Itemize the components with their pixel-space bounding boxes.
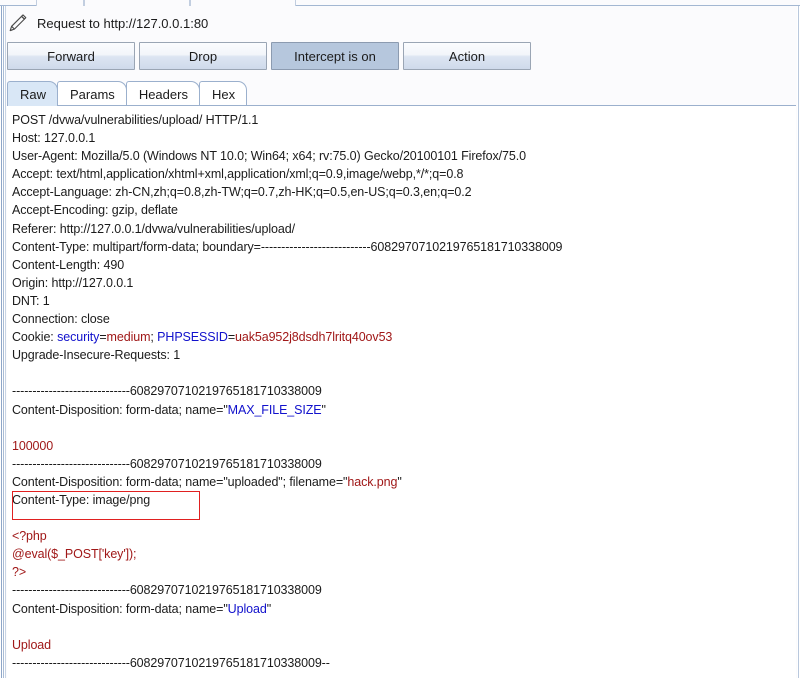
page-title: Request to http://127.0.0.1:80: [37, 15, 209, 31]
tab-stub-1: [36, 0, 84, 6]
tab-stub-2: [84, 0, 190, 6]
drop-button[interactable]: Drop: [139, 42, 267, 70]
intercept-toggle-button[interactable]: Intercept is on: [271, 42, 399, 70]
tab-headers[interactable]: Headers: [125, 81, 200, 106]
pencil-icon: [9, 14, 27, 32]
left-border-rail: [0, 6, 6, 678]
tab-stub-3: [190, 0, 296, 6]
tab-raw[interactable]: Raw: [7, 81, 59, 106]
tab-params[interactable]: Params: [57, 81, 127, 106]
raw-message-editor[interactable]: POST /dvwa/vulnerabilities/upload/ HTTP/…: [7, 105, 796, 678]
action-button[interactable]: Action: [403, 42, 531, 70]
burp-intercept-window: Request to http://127.0.0.1:80 Forward D…: [0, 0, 800, 678]
intercept-toolbar: Forward Drop Intercept is on Action: [7, 42, 531, 70]
raw-request-text[interactable]: POST /dvwa/vulnerabilities/upload/ HTTP/…: [12, 111, 792, 672]
tab-hex[interactable]: Hex: [198, 81, 248, 106]
message-view-tabs: Raw Params Headers Hex: [7, 80, 248, 106]
window-top-tab-strip: [0, 0, 800, 6]
forward-button[interactable]: Forward: [7, 42, 135, 70]
request-title-row: Request to http://127.0.0.1:80: [7, 10, 208, 36]
